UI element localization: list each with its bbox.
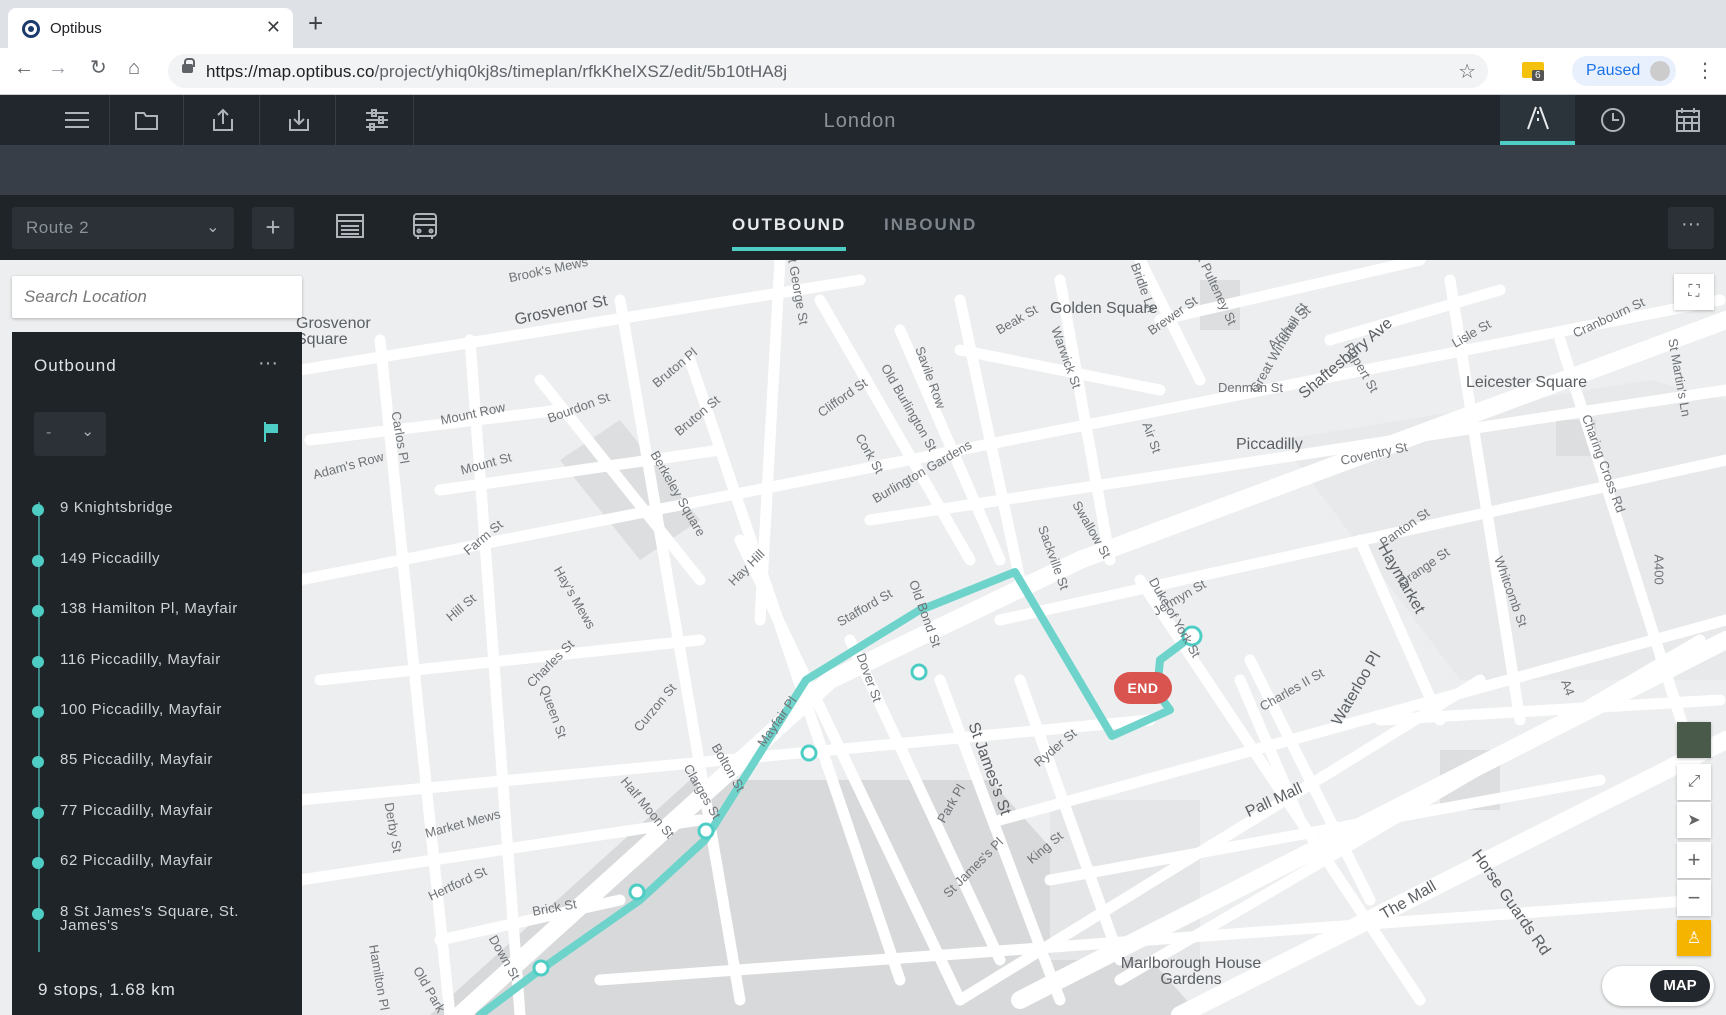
stop-dot bbox=[32, 807, 44, 819]
stop-dot bbox=[32, 605, 44, 617]
add-route-button[interactable]: + bbox=[252, 207, 294, 249]
calendar-icon[interactable] bbox=[1650, 95, 1725, 145]
menu-icon[interactable] bbox=[44, 95, 110, 145]
browser-tab-strip: Optibus ✕ + bbox=[0, 0, 1726, 48]
variant-dropdown-value: - bbox=[46, 424, 52, 441]
panel-title: Outbound bbox=[34, 356, 117, 375]
end-marker[interactable]: END bbox=[1114, 672, 1172, 704]
avatar bbox=[1650, 61, 1670, 81]
locate-icon[interactable]: ➤ bbox=[1677, 802, 1711, 838]
download-icon[interactable] bbox=[262, 95, 336, 145]
zoom-in-icon[interactable]: + bbox=[1677, 842, 1711, 878]
variant-dropdown[interactable]: - ⌄ bbox=[34, 412, 106, 456]
secondary-bar bbox=[0, 145, 1726, 195]
stop-name: 9 Knightsbridge bbox=[60, 499, 174, 516]
timetable-icon[interactable] bbox=[336, 212, 364, 245]
outbound-panel: Outbound ··· - ⌄ 9 Knightsbridge 149 Pic… bbox=[12, 332, 302, 1015]
route-dropdown[interactable]: Route 2 ⌄ bbox=[12, 207, 234, 249]
stop-dot bbox=[32, 555, 44, 567]
tab-inbound[interactable]: INBOUND bbox=[884, 215, 977, 235]
bus-icon[interactable] bbox=[411, 212, 439, 245]
stop-name: 149 Piccadilly bbox=[60, 550, 161, 567]
chevron-down-icon: ⌄ bbox=[81, 423, 94, 440]
stops-timeline bbox=[38, 502, 40, 952]
map-label: Leicester Square bbox=[1466, 374, 1587, 391]
stop-name: 100 Piccadilly, Mayfair bbox=[60, 701, 222, 718]
search-input[interactable] bbox=[12, 276, 302, 318]
tab-outbound[interactable]: OUTBOUND bbox=[732, 215, 847, 251]
stop-dot bbox=[32, 756, 44, 768]
browser-menu-icon[interactable]: ⋮ bbox=[1695, 58, 1715, 83]
back-icon[interactable]: ← bbox=[14, 58, 34, 78]
tab-title: Optibus bbox=[50, 20, 102, 37]
reload-icon[interactable]: ↻ bbox=[90, 58, 107, 78]
stop-name: 138 Hamilton Pl, Mayfair bbox=[60, 600, 238, 617]
stop-name: 8 St James's Square, St. James's bbox=[60, 903, 240, 934]
map-label: Marlborough House Gardens bbox=[1120, 955, 1262, 988]
map-type-toggle[interactable]: MAP bbox=[1602, 966, 1714, 1006]
fullscreen-icon[interactable]: ⛶ bbox=[1674, 274, 1714, 310]
profile-button[interactable]: Paused bbox=[1572, 56, 1676, 86]
search-location[interactable] bbox=[12, 276, 302, 318]
optibus-favicon-icon bbox=[22, 20, 40, 38]
stop-dot bbox=[32, 504, 44, 516]
stop-dot bbox=[32, 656, 44, 668]
upload-icon[interactable] bbox=[186, 95, 260, 145]
stop-dot bbox=[32, 706, 44, 718]
app-header: London bbox=[0, 95, 1726, 145]
draw-line-icon[interactable]: ⤢ bbox=[1677, 764, 1711, 800]
panel-more-icon[interactable]: ··· bbox=[258, 352, 278, 375]
city-title: London bbox=[823, 110, 897, 132]
more-options-icon[interactable]: ··· bbox=[1668, 207, 1714, 249]
route-summary: 9 stops, 1.68 km bbox=[38, 980, 176, 999]
url-text: https://map.optibus.co/project/yhiq0kj8s… bbox=[206, 62, 787, 82]
lock-icon bbox=[182, 58, 195, 73]
map-type-button[interactable]: MAP bbox=[1650, 970, 1710, 1002]
stop-dot bbox=[32, 857, 44, 869]
forward-icon[interactable]: → bbox=[48, 58, 68, 78]
browser-toolbar: ← → ↻ ⌂ https://map.optibus.co/project/y… bbox=[0, 48, 1726, 95]
folder-open-icon[interactable] bbox=[110, 95, 184, 145]
extension-badge: 6 bbox=[1532, 70, 1544, 81]
extension-icon[interactable]: 6 bbox=[1522, 62, 1544, 81]
browser-tab[interactable]: Optibus ✕ bbox=[8, 8, 293, 48]
stop-name: 77 Piccadilly, Mayfair bbox=[60, 802, 213, 819]
address-bar[interactable]: https://map.optibus.co/project/yhiq0kj8s… bbox=[168, 54, 1488, 88]
bookmark-star-icon[interactable]: ☆ bbox=[1458, 59, 1476, 84]
stop-name: 62 Piccadilly, Mayfair bbox=[60, 852, 213, 869]
route-map-icon[interactable] bbox=[1500, 95, 1575, 145]
zoom-out-icon[interactable]: − bbox=[1677, 880, 1711, 916]
satellite-thumbnail[interactable] bbox=[1677, 722, 1711, 758]
home-icon[interactable]: ⌂ bbox=[128, 58, 140, 78]
close-tab-icon[interactable]: ✕ bbox=[266, 17, 281, 38]
route-toolbar: Route 2 ⌄ + OUTBOUND INBOUND ··· bbox=[0, 195, 1726, 260]
map-label: Piccadilly bbox=[1236, 436, 1303, 453]
settings-sliders-icon[interactable] bbox=[340, 95, 414, 145]
new-tab-icon[interactable]: + bbox=[308, 10, 323, 36]
stop-name: 116 Piccadilly, Mayfair bbox=[60, 651, 221, 668]
route-dropdown-value: Route 2 bbox=[26, 218, 90, 237]
map-label: Grosvenor Square bbox=[296, 315, 371, 348]
flag-icon[interactable] bbox=[264, 422, 278, 442]
clock-icon[interactable] bbox=[1575, 95, 1650, 145]
url-host: https://map.optibus.co bbox=[206, 62, 375, 81]
stop-dot bbox=[32, 908, 44, 920]
url-path: /project/yhiq0kj8s/timeplan/rfkKhelXSZ/e… bbox=[374, 62, 788, 81]
stop-name: 85 Piccadilly, Mayfair bbox=[60, 751, 213, 768]
street-view-pegman-icon[interactable]: ♙ bbox=[1677, 920, 1711, 956]
map-label: A400 bbox=[1651, 554, 1667, 585]
chevron-down-icon: ⌄ bbox=[206, 219, 220, 236]
profile-status-label: Paused bbox=[1586, 62, 1641, 79]
